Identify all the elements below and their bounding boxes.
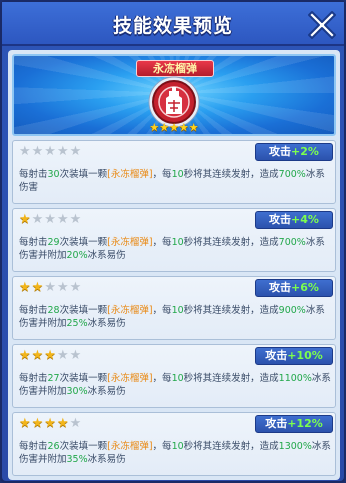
skill-preview-panel: 技能效果预览 永冻榴弹 ★★★★★ ★★★★★ 攻击+2% 每射击30次装填一颗…	[0, 0, 346, 483]
stars-filled: ★★★★	[19, 416, 70, 431]
desc-text: 次装填一颗	[59, 305, 108, 316]
close-icon[interactable]	[306, 9, 338, 41]
skill-description: 每射击26次装填一颗[永冻榴弹]，每10秒将其连续发射，造成1300%冰系伤害并…	[19, 440, 333, 466]
item-name: [永冻榴弹]	[107, 305, 153, 316]
star-rating: ★★★★★	[19, 349, 82, 363]
desc-text: ，每	[152, 237, 172, 248]
attack-bonus-badge: 攻击+12%	[255, 415, 333, 433]
attack-bonus-badge: 攻击+6%	[255, 279, 333, 297]
skill-description: 每射击27次装填一颗[永冻榴弹]，每10秒将其连续发射，造成1100%冰系伤害并…	[19, 372, 333, 398]
bonus-value: +2%	[291, 145, 319, 158]
damage-percent: 900%	[278, 305, 306, 316]
stars-empty: ★	[69, 416, 83, 431]
bonus-value: +4%	[291, 213, 319, 226]
item-name: [永冻榴弹]	[107, 441, 153, 452]
desc-text: 每射击	[19, 305, 48, 316]
desc-text: ，每	[152, 305, 172, 316]
damage-percent: 1300%	[278, 441, 312, 452]
stars-empty: ★★	[56, 348, 83, 363]
shot-count: 29	[47, 237, 60, 248]
desc-text: 冰系易伤	[87, 318, 126, 329]
skill-name: 永冻榴弹	[136, 60, 214, 77]
item-name: [永冻榴弹]	[107, 169, 153, 180]
desc-text: 秒将其连续发射，造成	[183, 441, 279, 452]
shot-count: 27	[47, 373, 60, 384]
interval-seconds: 10	[171, 305, 184, 316]
desc-text: ，每	[152, 373, 172, 384]
stars-filled: ★★★	[19, 348, 57, 363]
stars-empty: ★★★	[44, 280, 83, 295]
desc-text: 每射击	[19, 373, 48, 384]
bonus-value: +10%	[287, 349, 323, 362]
desc-text: 每射击	[19, 237, 48, 248]
title-bar: 技能效果预览	[2, 2, 344, 46]
desc-text: ，每	[152, 441, 172, 452]
level-card-2: ★★★★★ 攻击+6% 每射击28次装填一颗[永冻榴弹]，每10秒将其连续发射，…	[12, 276, 336, 340]
desc-text: 秒将其连续发射，造成	[183, 373, 279, 384]
desc-text: 冰系易伤	[87, 454, 126, 465]
skill-content[interactable]: 永冻榴弹 ★★★★★ ★★★★★ 攻击+2% 每射击30次装填一颗[永冻榴弹]，…	[8, 50, 340, 480]
desc-text: 冰系易伤	[87, 386, 126, 397]
stars-empty: ★★★★	[31, 212, 83, 227]
shot-count: 28	[47, 305, 60, 316]
skill-description: 每射击30次装填一颗[永冻榴弹]，每10秒将其连续发射，造成700%冰系伤害	[19, 168, 333, 194]
vulnerability-percent: 25%	[66, 318, 88, 329]
bonus-label: 攻击	[265, 417, 288, 430]
interval-seconds: 10	[171, 373, 184, 384]
desc-text: 秒将其连续发射，造成	[183, 169, 279, 180]
attack-bonus-badge: 攻击+10%	[255, 347, 333, 365]
desc-text: 次装填一颗	[59, 169, 108, 180]
desc-text: 每射击	[19, 169, 48, 180]
attack-bonus-badge: 攻击+2%	[255, 143, 333, 161]
bonus-value: +12%	[287, 417, 323, 430]
item-name: [永冻榴弹]	[107, 373, 153, 384]
level-card-0: ★★★★★ 攻击+2% 每射击30次装填一颗[永冻榴弹]，每10秒将其连续发射，…	[12, 140, 336, 204]
desc-text: 次装填一颗	[59, 373, 108, 384]
level-card-1: ★★★★★ 攻击+4% 每射击29次装填一颗[永冻榴弹]，每10秒将其连续发射，…	[12, 208, 336, 272]
bonus-label: 攻击	[265, 349, 288, 362]
banner-stars: ★★★★★	[149, 121, 199, 134]
interval-seconds: 10	[171, 237, 184, 248]
interval-seconds: 10	[171, 441, 184, 452]
level-card-3: ★★★★★ 攻击+10% 每射击27次装填一颗[永冻榴弹]，每10秒将其连续发射…	[12, 344, 336, 408]
desc-text: 次装填一颗	[59, 441, 108, 452]
interval-seconds: 10	[171, 169, 184, 180]
desc-text: 每射击	[19, 441, 48, 452]
desc-text: 冰系易伤	[87, 250, 126, 261]
attack-bonus-badge: 攻击+4%	[255, 211, 333, 229]
bonus-label: 攻击	[269, 145, 292, 158]
skill-description: 每射击29次装填一颗[永冻榴弹]，每10秒将其连续发射，造成700%冰系伤害并附…	[19, 236, 333, 262]
star-rating: ★★★★★	[19, 281, 82, 295]
level-card-4: ★★★★★ 攻击+12% 每射击26次装填一颗[永冻榴弹]，每10秒将其连续发射…	[12, 412, 336, 476]
shot-count: 26	[47, 441, 60, 452]
star-rating: ★★★★★	[19, 145, 82, 159]
shot-count: 30	[47, 169, 60, 180]
star-rating: ★★★★★	[19, 213, 82, 227]
bonus-label: 攻击	[269, 281, 292, 294]
bonus-value: +6%	[291, 281, 319, 294]
stars-empty: ★★★★★	[19, 144, 83, 159]
panel-title: 技能效果预览	[112, 15, 233, 37]
damage-percent: 1100%	[278, 373, 312, 384]
vulnerability-percent: 20%	[66, 250, 88, 261]
desc-text: ，每	[152, 169, 172, 180]
skill-banner: 永冻榴弹 ★★★★★	[12, 54, 336, 136]
item-name: [永冻榴弹]	[107, 237, 153, 248]
stars-filled: ★	[19, 212, 32, 227]
skill-description: 每射击28次装填一颗[永冻榴弹]，每10秒将其连续发射，造成900%冰系伤害并附…	[19, 304, 333, 330]
damage-percent: 700%	[278, 237, 306, 248]
star-rating: ★★★★★	[19, 417, 82, 431]
vulnerability-percent: 35%	[66, 454, 88, 465]
damage-percent: 700%	[278, 169, 306, 180]
desc-text: 秒将其连续发射，造成	[183, 305, 279, 316]
vulnerability-percent: 30%	[66, 386, 88, 397]
desc-text: 次装填一颗	[59, 237, 108, 248]
stars-filled: ★★	[19, 280, 45, 295]
bonus-label: 攻击	[269, 213, 292, 226]
desc-text: 秒将其连续发射，造成	[183, 237, 279, 248]
